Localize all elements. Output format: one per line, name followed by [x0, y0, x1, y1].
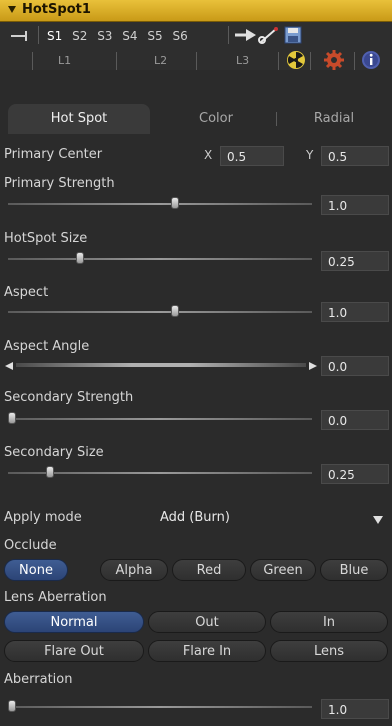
slider-label: Secondary Size: [4, 445, 104, 460]
separator: [278, 52, 279, 70]
y-label: Y: [306, 148, 314, 162]
info-icon[interactable]: [361, 50, 381, 73]
slider-label: Primary Strength: [4, 176, 115, 191]
slider-label: Secondary Strength: [4, 390, 134, 405]
separator: [228, 26, 229, 44]
primary-center-y-field[interactable]: 0.5: [321, 146, 389, 166]
slider-label: Aspect Angle: [4, 339, 90, 354]
slider-track[interactable]: [8, 706, 312, 708]
slider-track[interactable]: [8, 311, 312, 313]
version-button-s3[interactable]: S3: [94, 27, 115, 45]
lens-out-button[interactable]: Out: [148, 611, 266, 633]
link-icon[interactable]: [258, 26, 280, 47]
separator: [116, 52, 117, 70]
slider-track[interactable]: [8, 203, 312, 205]
lens-flare-out-button[interactable]: Flare Out: [4, 640, 144, 662]
occlude-none-button[interactable]: None: [4, 559, 68, 581]
light-button-l2[interactable]: L2: [154, 54, 167, 67]
slider-value-field[interactable]: 1.0: [321, 302, 389, 322]
slider-knob[interactable]: [170, 305, 179, 317]
slider-label: HotSpot Size: [4, 231, 88, 246]
angle-thumbwheel[interactable]: [16, 363, 306, 367]
version-button-s2[interactable]: S2: [69, 27, 90, 45]
slider-track[interactable]: [8, 418, 312, 420]
version-buttons: S1 S2 S3 S4 S5 S6: [44, 27, 191, 45]
occlude-red-button[interactable]: Red: [172, 559, 246, 581]
tab-bar: Hot Spot Color Radial: [8, 104, 392, 134]
tab-radial[interactable]: Radial: [284, 104, 384, 134]
tab-color[interactable]: Color: [166, 104, 266, 134]
separator: [354, 52, 355, 70]
lens-flare-in-button[interactable]: Flare In: [148, 640, 266, 662]
tab-hot-spot[interactable]: Hot Spot: [8, 104, 150, 134]
lens-normal-button[interactable]: Normal: [4, 611, 144, 633]
slider-value-field[interactable]: 0.0: [321, 410, 389, 430]
light-button-l3[interactable]: L3: [236, 54, 249, 67]
version-button-s5[interactable]: S5: [144, 27, 165, 45]
separator: [276, 112, 277, 126]
slider-knob[interactable]: [76, 252, 85, 264]
slider-knob[interactable]: [8, 412, 16, 424]
gear-icon[interactable]: [324, 50, 344, 73]
slider-track[interactable]: [8, 258, 312, 260]
occlude-alpha-button[interactable]: Alpha: [100, 559, 168, 581]
lens-aberration-label: Lens Aberration: [4, 590, 107, 605]
x-label: X: [204, 148, 213, 162]
slider-value-field[interactable]: 1.0: [321, 699, 389, 719]
separator: [196, 52, 197, 70]
chevron-down-icon[interactable]: [372, 514, 384, 528]
slider-value-field[interactable]: 1.0: [321, 195, 389, 215]
occlude-blue-button[interactable]: Blue: [320, 559, 388, 581]
node-titlebar[interactable]: HotSpot1: [0, 0, 392, 22]
separator: [310, 52, 311, 70]
lens-in-button[interactable]: In: [270, 611, 388, 633]
separator: [38, 26, 39, 44]
apply-mode-label: Apply mode: [4, 510, 82, 525]
lens-lens-button[interactable]: Lens: [270, 640, 388, 662]
apply-mode-dropdown[interactable]: Add (Burn): [160, 510, 230, 525]
pin-icon[interactable]: [10, 30, 32, 45]
slider-knob[interactable]: [170, 197, 179, 209]
slider-knob[interactable]: [46, 466, 55, 478]
slider-value-field[interactable]: 0.0: [321, 356, 389, 376]
node-title: HotSpot1: [22, 2, 91, 17]
separator: [32, 52, 33, 70]
occlude-green-button[interactable]: Green: [250, 559, 316, 581]
collapse-arrow-icon[interactable]: [8, 6, 16, 13]
light-button-l1[interactable]: L1: [58, 54, 71, 67]
arrow-right-icon[interactable]: [234, 28, 258, 45]
primary-center-x-field[interactable]: 0.5: [220, 146, 284, 166]
slider-knob[interactable]: [8, 700, 16, 712]
decrement-arrow-icon[interactable]: [4, 360, 14, 374]
radiation-icon[interactable]: [286, 50, 306, 73]
slider-value-field[interactable]: 0.25: [321, 251, 389, 271]
slider-value-field[interactable]: 0.25: [321, 464, 389, 484]
version-button-s1[interactable]: S1: [44, 27, 65, 45]
version-button-s6[interactable]: S6: [169, 27, 190, 45]
slider-label: Aberration: [4, 672, 73, 687]
slider-label: Aspect: [4, 285, 49, 300]
save-icon[interactable]: [284, 26, 302, 47]
occlude-label: Occlude: [4, 538, 57, 553]
increment-arrow-icon[interactable]: [308, 360, 318, 374]
version-button-s4[interactable]: S4: [119, 27, 140, 45]
primary-center-label: Primary Center: [4, 147, 103, 162]
